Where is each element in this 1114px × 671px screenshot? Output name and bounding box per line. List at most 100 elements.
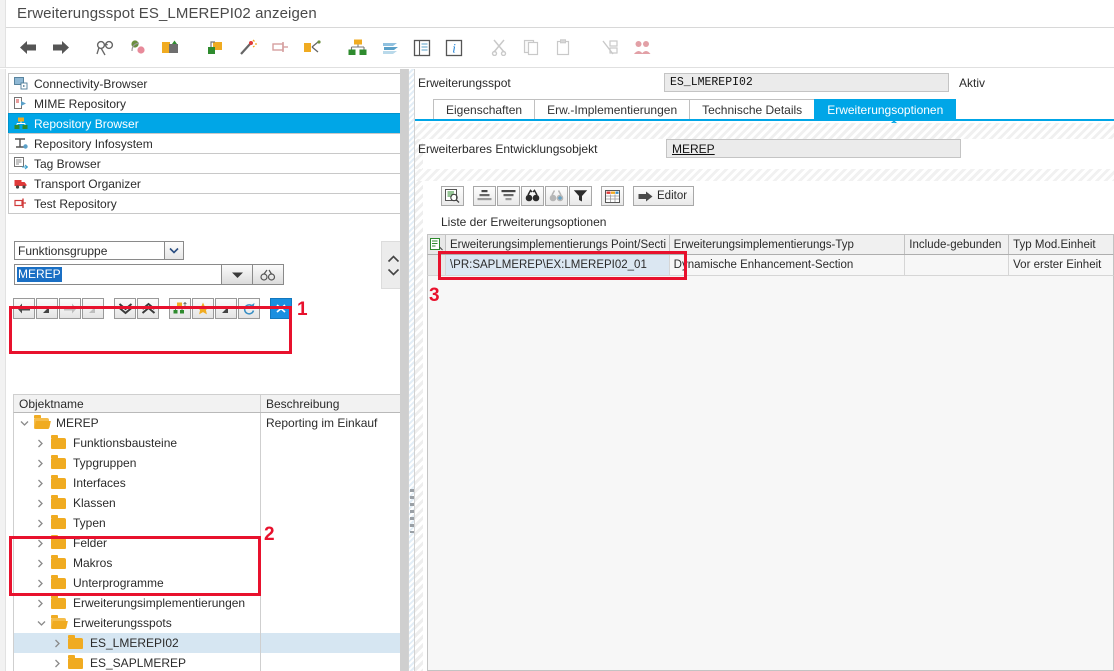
where-used-icon[interactable] <box>296 33 328 63</box>
tree-item[interactable]: Interfaces <box>14 473 402 493</box>
documentation-icon[interactable] <box>406 33 438 63</box>
info-icon[interactable]: i <box>438 33 470 63</box>
sidebar-item-mime-repository[interactable]: MIME Repository <box>8 93 407 114</box>
tree-item[interactable]: Typen <box>14 513 402 533</box>
cell-point-section[interactable]: \PR:SAPLMEREP\EX:LMEREPI02_01 <box>445 255 670 275</box>
tree-item[interactable]: Erweiterungsspots <box>14 613 402 633</box>
editor-button[interactable]: Editor <box>633 186 695 206</box>
inspect-glasses-icon[interactable] <box>90 33 122 63</box>
tree-close-button[interactable] <box>270 298 292 319</box>
folder-icon <box>34 415 51 430</box>
detail-magnifier-icon[interactable] <box>441 186 464 206</box>
back-arrow-icon[interactable] <box>12 33 44 63</box>
chevron-right-icon[interactable] <box>37 599 51 608</box>
tree-forward-history-button[interactable] <box>82 298 104 319</box>
chevron-right-icon[interactable] <box>54 639 68 648</box>
chevron-down-icon[interactable] <box>37 620 51 627</box>
sidebar-item-label: Repository Browser <box>34 116 139 131</box>
layout-grid-icon[interactable] <box>601 186 624 206</box>
chevron-right-icon[interactable] <box>37 499 51 508</box>
tab-erweiterungsoptionen[interactable]: Erweiterungsoptionen <box>814 99 957 120</box>
column-mod-unit-type[interactable]: Typ Mod.Einheit <box>1009 235 1113 254</box>
object-name-dropdown-button[interactable] <box>222 264 254 285</box>
tab-technische-details[interactable]: Technische Details <box>689 99 816 120</box>
cell-include-bound[interactable] <box>905 255 1010 275</box>
paste-icon[interactable] <box>548 33 580 63</box>
tree-forward-button[interactable] <box>59 298 81 319</box>
chevron-down-icon[interactable] <box>387 268 400 276</box>
dev-object-field[interactable]: MEREP <box>666 139 961 158</box>
users-icon[interactable] <box>626 33 658 63</box>
tree-back-history-button[interactable] <box>36 298 58 319</box>
chevron-down-icon[interactable] <box>164 242 183 259</box>
tree-expand-all-button[interactable] <box>114 298 136 319</box>
cut-icon[interactable] <box>484 33 516 63</box>
repository-browser-icon[interactable] <box>342 33 374 63</box>
object-name-input[interactable]: MEREP <box>14 264 223 285</box>
tree-item[interactable]: Unterprogramme <box>14 573 402 593</box>
chevron-right-icon[interactable] <box>37 439 51 448</box>
column-impl-type[interactable]: Erweiterungsimplementierungs-Typ <box>670 235 906 254</box>
sidebar-item-label: Connectivity-Browser <box>34 76 148 91</box>
cell-impl-type[interactable]: Dynamische Enhancement-Section <box>670 255 906 275</box>
column-include-bound[interactable]: Include-gebunden <box>905 235 1010 254</box>
filter-funnel-icon[interactable] <box>569 186 592 206</box>
tree-item[interactable]: Erweiterungsimplementierungen <box>14 593 402 613</box>
sidebar-item-repository-browser[interactable]: Repository Browser <box>8 113 407 134</box>
chevron-right-icon[interactable] <box>54 659 68 668</box>
test-icon[interactable] <box>264 33 296 63</box>
column-point-section[interactable]: Erweiterungsimplementierungs Point/Secti <box>446 235 670 254</box>
splitter-grip[interactable] <box>410 489 414 533</box>
chevron-down-icon[interactable] <box>20 420 34 427</box>
tree-hierarchy-button[interactable] <box>169 298 191 319</box>
tree-collapse-all-button[interactable] <box>137 298 159 319</box>
chevron-right-icon[interactable] <box>37 479 51 488</box>
sidebar-item-transport-organizer[interactable]: Transport Organizer <box>8 173 407 194</box>
chevron-right-icon[interactable] <box>37 519 51 528</box>
sort-ascending-icon[interactable] <box>473 186 496 206</box>
spot-name-field[interactable]: ES_LMEREPI02 <box>664 73 949 92</box>
split-icon[interactable] <box>594 33 626 63</box>
tree-favorites-menu-button[interactable] <box>215 298 237 319</box>
chevron-right-icon[interactable] <box>37 539 51 548</box>
cell-mod-unit-type[interactable]: Vor erster Einheit <box>1009 255 1113 275</box>
magic-wand-icon[interactable] <box>232 33 264 63</box>
tree-back-button[interactable] <box>13 298 35 319</box>
check-object-icon[interactable] <box>200 33 232 63</box>
tree-item[interactable]: ES_LMEREPI02 <box>14 633 402 653</box>
activate-object-icon[interactable] <box>154 33 186 63</box>
object-type-select[interactable]: Funktionsgruppe <box>14 241 184 260</box>
tree-item[interactable]: Klassen <box>14 493 402 513</box>
table-row[interactable]: \PR:SAPLMEREP\EX:LMEREPI02_01 Dynamische… <box>427 255 1114 276</box>
sort-descending-icon[interactable] <box>497 186 520 206</box>
tree-item[interactable]: Typgruppen <box>14 453 402 473</box>
tab-eigenschaften[interactable]: Eigenschaften <box>433 99 536 120</box>
sidebar-item-test-repository[interactable]: Test Repository <box>8 193 407 214</box>
tree-item[interactable]: Felder <box>14 533 402 553</box>
tree-favorites-button[interactable] <box>192 298 214 319</box>
tree-item[interactable]: MEREP Reporting im Einkauf <box>14 413 402 433</box>
chevron-up-icon[interactable] <box>387 254 400 263</box>
binoculars-plus-icon[interactable] <box>545 186 568 206</box>
vertical-splitter[interactable] <box>408 69 415 671</box>
sidebar-item-connectivity-browser[interactable]: Connectivity-Browser <box>8 73 407 94</box>
sidebar-item-repository-infosystem[interactable]: Repository Infosystem <box>8 133 407 154</box>
tree-item[interactable]: Makros <box>14 553 402 573</box>
forward-arrow-icon[interactable] <box>44 33 76 63</box>
chevron-right-icon[interactable] <box>37 579 51 588</box>
chevron-right-icon[interactable] <box>37 459 51 468</box>
select-all-icon[interactable] <box>428 235 446 254</box>
tree-item[interactable]: Funktionsbausteine <box>14 433 402 453</box>
stack-icon[interactable] <box>374 33 406 63</box>
binoculars-icon[interactable] <box>253 264 285 285</box>
tree-refresh-button[interactable] <box>238 298 260 319</box>
tree-body[interactable]: MEREP Reporting im Einkauf Funktionsbauste… <box>13 413 403 671</box>
sidebar-item-tag-browser[interactable]: Tag Browser <box>8 153 407 174</box>
chevron-right-icon[interactable] <box>37 559 51 568</box>
tab-erw-implementierungen[interactable]: Erw.-Implementierungen <box>534 99 691 120</box>
binoculars-icon[interactable] <box>521 186 544 206</box>
row-selector[interactable] <box>428 255 446 275</box>
refresh-objects-icon[interactable] <box>122 33 154 63</box>
copy-icon[interactable] <box>516 33 548 63</box>
tree-item[interactable]: ES_SAPLMEREP <box>14 653 402 671</box>
